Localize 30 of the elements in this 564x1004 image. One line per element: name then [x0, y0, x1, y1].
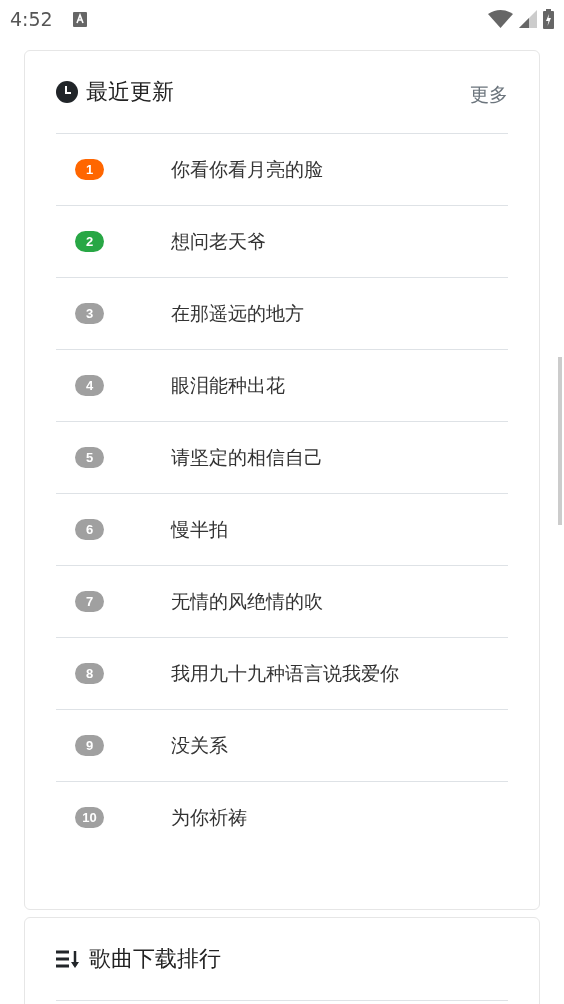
section-title: 歌曲下载排行 — [89, 945, 221, 973]
song-link[interactable]: 你看你看月亮的脸 — [171, 156, 323, 183]
song-link[interactable]: 我用九十九种语言说我爱你 — [171, 660, 399, 687]
rank-badge: 4 — [75, 375, 104, 396]
keyboard-icon — [72, 11, 87, 27]
rank-badge: 10 — [75, 807, 104, 828]
song-link[interactable]: 无情的风绝情的吹 — [171, 588, 323, 615]
battery-icon — [543, 9, 554, 29]
sort-icon — [56, 949, 81, 969]
rank-badge: 6 — [75, 519, 104, 540]
song-link[interactable]: 慢半拍 — [171, 516, 228, 543]
wifi-icon — [488, 10, 513, 28]
song-link[interactable]: 为你祈祷 — [171, 804, 247, 831]
rank-badge: 7 — [75, 591, 104, 612]
song-link[interactable]: 眼泪能种出花 — [171, 372, 285, 399]
rank-badge: 5 — [75, 447, 104, 468]
song-link[interactable]: 没关系 — [171, 732, 228, 759]
rank-badge: 1 — [75, 159, 104, 180]
rank-badge: 2 — [75, 231, 104, 252]
song-link[interactable]: 在那遥远的地方 — [171, 300, 304, 327]
song-link[interactable]: 想问老天爷 — [171, 228, 266, 255]
rank-badge: 9 — [75, 735, 104, 756]
status-time: 4:52 — [10, 8, 53, 30]
song-link[interactable]: 请坚定的相信自己 — [171, 444, 323, 471]
signal-icon — [519, 10, 537, 28]
rank-badge: 8 — [75, 663, 104, 684]
more-link[interactable]: 更多 — [470, 82, 508, 108]
section-title: 最近更新 — [86, 78, 174, 106]
clock-icon — [56, 81, 78, 103]
rank-badge: 3 — [75, 303, 104, 324]
